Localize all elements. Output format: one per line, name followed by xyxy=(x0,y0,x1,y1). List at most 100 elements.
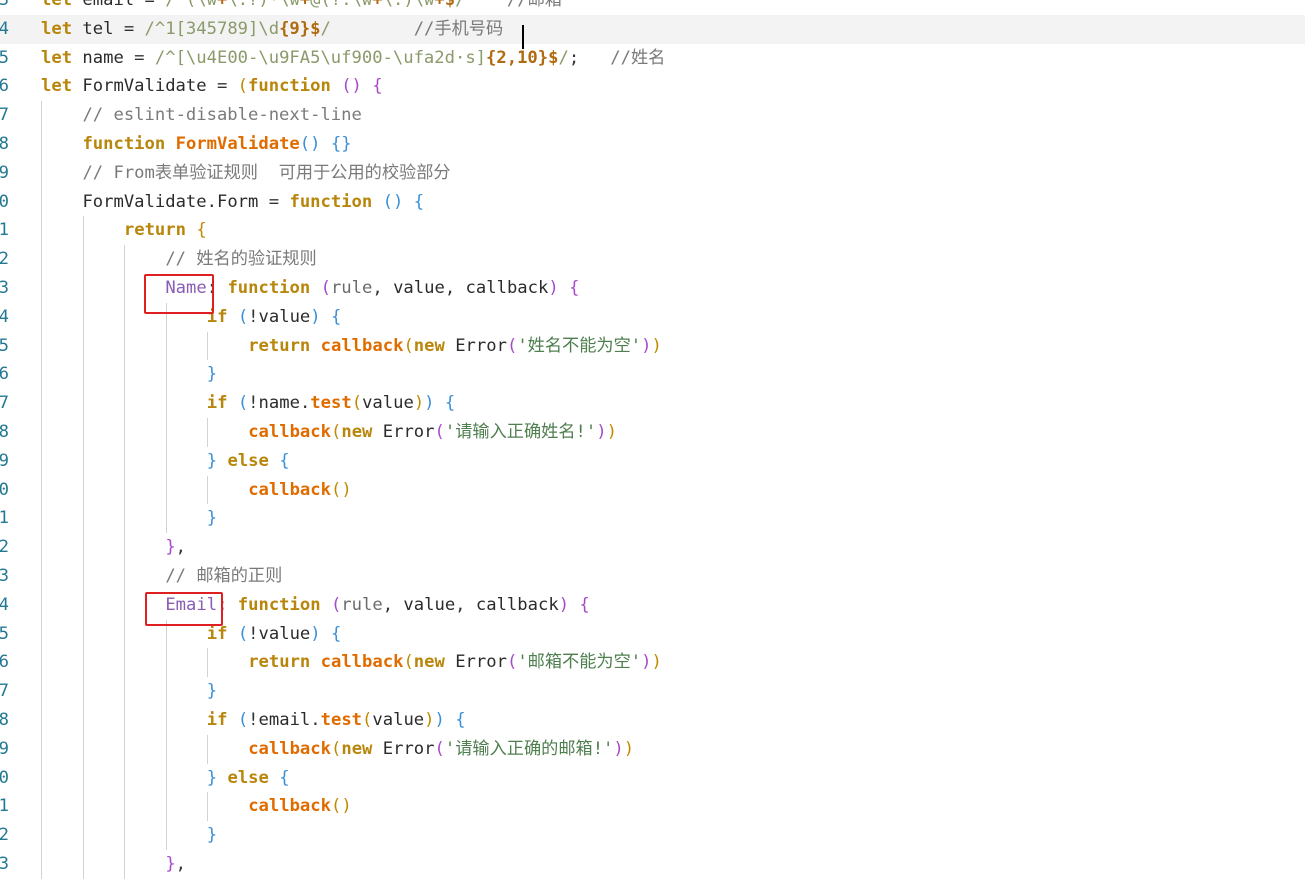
indent-guide xyxy=(124,850,126,879)
code-line[interactable]: 7 } xyxy=(0,677,1305,706)
line-number-text: 4 xyxy=(0,306,9,327)
line-number: 5 xyxy=(0,44,12,73)
indent-guide xyxy=(124,821,126,850)
indent-guide xyxy=(41,187,42,217)
code-text: }, xyxy=(165,537,187,558)
indent-guide xyxy=(124,360,126,390)
indent-guide xyxy=(207,734,209,764)
indent-guide xyxy=(41,648,42,678)
indent-guide xyxy=(41,763,42,793)
indent-guide xyxy=(207,418,209,447)
code-line[interactable]: 6 let FormValidate = (function () { xyxy=(0,72,1305,101)
indent-guide xyxy=(124,734,126,764)
code-line[interactable]: 8 callback(new Error('请输入正确姓名!')) xyxy=(0,418,1305,447)
line-number: 2 xyxy=(0,821,12,850)
indent-guide xyxy=(82,216,84,246)
indent-guide xyxy=(41,446,42,476)
line-number: 7 xyxy=(0,677,12,706)
indent-guide xyxy=(82,302,84,332)
code-line[interactable]: 3 }, xyxy=(0,850,1305,879)
code-line[interactable]: 9 // From表单验证规则 可用于公用的校验部分 xyxy=(0,158,1305,188)
indent-guide xyxy=(165,418,167,447)
code-line[interactable]: 4 let tel = /^1[345789]\d{9}$/ //手机号码 xyxy=(0,14,1305,44)
line-number: 8 xyxy=(0,706,12,735)
indent-guide xyxy=(82,590,84,620)
code-line[interactable]: 1 return { xyxy=(0,216,1305,246)
indent-guide xyxy=(124,792,126,822)
indent-guide xyxy=(124,562,126,591)
line-number: 1 xyxy=(0,216,12,245)
indent-guide xyxy=(41,734,42,764)
code-text: let name = /^[\u4E00-\u9FA5\uf900-\ufa2d… xyxy=(41,47,666,68)
line-number-text: 6 xyxy=(0,364,9,385)
line-number: 1 xyxy=(0,504,12,533)
code-line[interactable]: 6 } xyxy=(0,360,1305,390)
line-number-text: 7 xyxy=(0,681,9,702)
line-number-text: 7 xyxy=(0,393,9,414)
code-line[interactable]: 5 let name = /^[\u4E00-\u9FA5\uf900-\ufa2… xyxy=(0,44,1305,73)
code-editor[interactable]: 3 let email = /^(\w+\.?)*\w+@(?:\w+\.)\w+… xyxy=(0,0,1305,888)
code-line[interactable]: 8 function FormValidate() {} xyxy=(0,130,1305,159)
code-line[interactable]: 8 if (!email.test(value)) { xyxy=(0,706,1305,735)
indent-guide xyxy=(165,389,167,418)
code-text: return { xyxy=(123,220,207,241)
line-number-text: 3 xyxy=(0,278,9,298)
indent-guide xyxy=(41,619,42,649)
code-text: return callback(new Error('邮箱不能为空')) xyxy=(248,652,662,673)
code-line[interactable]: 7 if (!name.test(value)) { xyxy=(0,389,1305,418)
code-line[interactable]: 9 callback(new Error('请输入正确的邮箱!')) xyxy=(0,734,1305,764)
indent-guide xyxy=(165,504,167,534)
code-text: } xyxy=(206,364,218,385)
indent-guide xyxy=(207,792,209,822)
line-number-text: 0 xyxy=(0,479,9,500)
code-text: // 邮箱的正则 xyxy=(165,566,283,586)
line-number: 3 xyxy=(0,562,12,591)
indent-guide xyxy=(124,331,126,361)
code-line[interactable]: 7 // eslint-disable-next-line xyxy=(0,101,1305,130)
code-text: let tel = /^1[345789]\d{9}$/ //手机号码 xyxy=(41,18,504,39)
indent-guide xyxy=(124,274,126,303)
line-number: 8 xyxy=(0,418,12,447)
line-number-text: 6 xyxy=(0,76,9,97)
indent-guide xyxy=(41,504,42,534)
code-line[interactable]: 3 // 邮箱的正则 xyxy=(0,562,1305,591)
indent-guide xyxy=(165,360,167,390)
code-line[interactable]: 2 } xyxy=(0,821,1305,850)
code-line[interactable]: 0 } else { xyxy=(0,763,1305,793)
line-number-text: 2 xyxy=(0,249,9,270)
code-line[interactable]: 2 // 姓名的验证规则 xyxy=(0,245,1305,274)
code-text: FormValidate.Form = function () { xyxy=(82,191,425,212)
code-line[interactable]: 9 } else { xyxy=(0,446,1305,476)
line-number-text: 1 xyxy=(0,220,9,241)
code-line[interactable]: 0 FormValidate.Form = function () { xyxy=(0,187,1305,217)
indent-guide xyxy=(41,792,42,822)
code-line[interactable]: 2 }, xyxy=(0,533,1305,562)
indent-guide xyxy=(124,475,126,505)
line-number-text: 1 xyxy=(0,796,9,817)
code-line[interactable]: 5 return callback(new Error('姓名不能为空')) xyxy=(0,331,1305,361)
code-line[interactable]: 0 callback() xyxy=(0,475,1305,505)
code-text: if (!name.test(value)) { xyxy=(206,393,456,414)
line-number: 9 xyxy=(0,447,12,476)
indent-guide xyxy=(207,331,209,361)
line-number-text: 2 xyxy=(0,825,9,846)
line-number-text: 9 xyxy=(0,162,9,183)
line-number-text: 6 xyxy=(0,652,9,673)
code-line[interactable]: 6 return callback(new Error('邮箱不能为空')) xyxy=(0,648,1305,678)
code-text: // From表单验证规则 可用于公用的校验部分 xyxy=(82,162,451,183)
indent-guide xyxy=(82,648,84,678)
indent-guide xyxy=(41,850,42,879)
line-number-text: 4 xyxy=(0,594,9,615)
code-text: } xyxy=(206,825,218,846)
indent-guide xyxy=(82,446,84,476)
indent-guide xyxy=(124,302,126,332)
code-text: if (!email.test(value)) { xyxy=(206,710,466,730)
code-line[interactable]: 3 let email = /^(\w+\.?)*\w+@(?:\w+\.)\w+… xyxy=(0,0,1305,15)
indent-guide xyxy=(124,763,126,793)
indent-guide xyxy=(82,360,84,390)
line-number-text: 5 xyxy=(0,335,9,356)
code-line[interactable]: 1 } xyxy=(0,504,1305,534)
indent-guide xyxy=(165,706,167,735)
indent-guide xyxy=(124,648,126,678)
code-line[interactable]: 1 callback() xyxy=(0,792,1305,822)
